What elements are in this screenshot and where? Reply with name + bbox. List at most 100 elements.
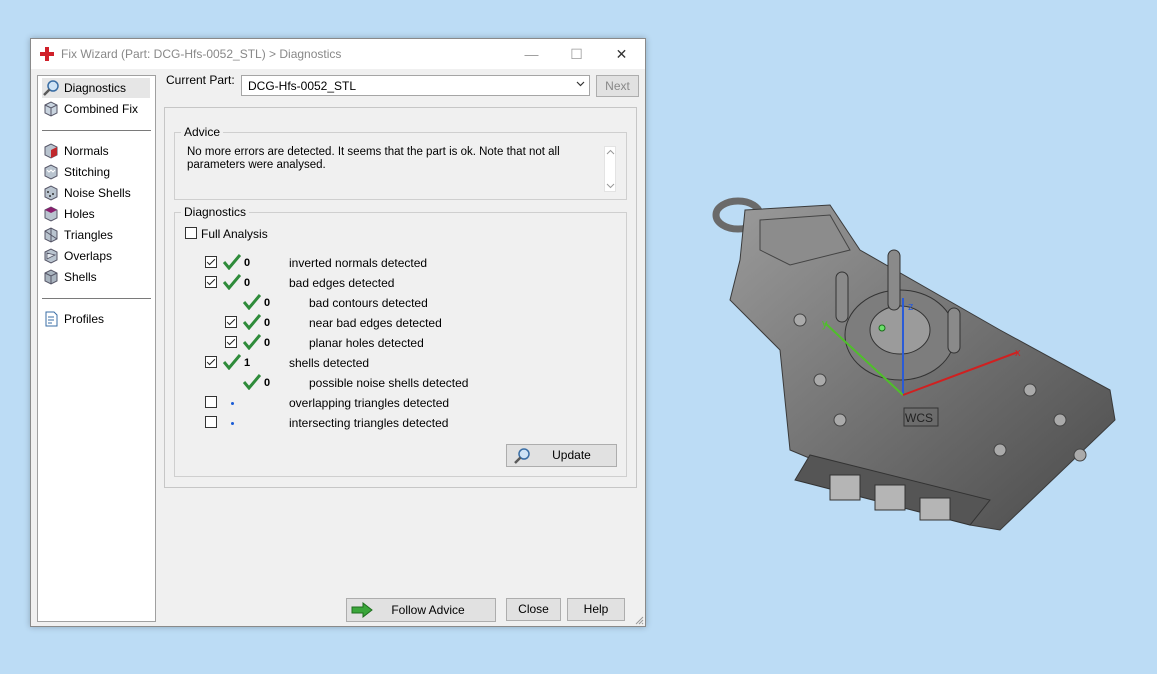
intersecting-triangles-checkbox[interactable] bbox=[205, 416, 217, 428]
planar-holes-text: planar holes detected bbox=[309, 336, 424, 350]
full-analysis-checkbox[interactable] bbox=[185, 227, 197, 239]
nav-item-label: Shells bbox=[64, 270, 97, 284]
overlapping-triangles-checkbox[interactable] bbox=[205, 396, 217, 408]
nav-item-label: Normals bbox=[64, 144, 109, 158]
title-bar[interactable]: Fix Wizard (Part: DCG-Hfs-0052_STL) > Di… bbox=[31, 39, 645, 69]
inverted-normals-text: inverted normals detected bbox=[289, 256, 428, 270]
chevron-up-icon[interactable] bbox=[606, 149, 615, 156]
support-bead bbox=[813, 373, 827, 387]
green-check-icon bbox=[243, 334, 261, 350]
profiles-document-icon bbox=[45, 311, 58, 327]
nav-item-stitching[interactable]: Stitching bbox=[42, 162, 150, 182]
support-bead bbox=[1053, 413, 1067, 427]
magnifier-icon bbox=[43, 80, 59, 96]
support-bead bbox=[833, 413, 847, 427]
close-window-button[interactable]: ✕ bbox=[599, 39, 644, 69]
current-part-select[interactable]: DCG-Hfs-0052_STL bbox=[241, 75, 590, 96]
nav-separator bbox=[42, 298, 151, 299]
nav-item-noise-shells[interactable]: Noise Shells bbox=[42, 183, 150, 203]
bad-edges-checkbox[interactable] bbox=[205, 276, 217, 288]
normals-cube-icon bbox=[44, 143, 58, 159]
bad-edges-text: bad edges detected bbox=[289, 276, 395, 290]
part-dome-ring bbox=[869, 305, 931, 355]
inverted-normals-count: 0 bbox=[244, 257, 251, 269]
nav-item-label: Noise Shells bbox=[64, 186, 131, 200]
noise-shells-icon bbox=[44, 185, 58, 201]
stitching-cube-icon bbox=[44, 164, 58, 180]
advice-group: Advice No more errors are detected. It s… bbox=[174, 125, 627, 200]
nav-item-combined-fix[interactable]: Combined Fix bbox=[42, 99, 150, 119]
origin-marker bbox=[878, 324, 886, 332]
planar-holes-count: 0 bbox=[264, 337, 271, 349]
next-button[interactable]: Next bbox=[596, 75, 639, 97]
nav-item-triangles[interactable]: Triangles bbox=[42, 225, 150, 245]
lattice-window bbox=[829, 474, 861, 501]
nav-item-diagnostics[interactable]: Diagnostics bbox=[42, 78, 150, 98]
green-check-icon bbox=[223, 254, 241, 270]
green-check-icon bbox=[223, 354, 241, 370]
nav-item-profiles[interactable]: Profiles bbox=[42, 309, 150, 329]
nav-item-overlaps[interactable]: Overlaps bbox=[42, 246, 150, 266]
part-3d-model[interactable]: z y x WCS bbox=[700, 180, 1140, 550]
nav-item-label: Profiles bbox=[64, 312, 105, 326]
window-title: Fix Wizard (Part: DCG-Hfs-0052_STL) > Di… bbox=[61, 47, 342, 61]
update-button[interactable]: Update bbox=[506, 444, 617, 467]
support-pin bbox=[835, 271, 849, 323]
nav-item-label: Overlaps bbox=[64, 249, 113, 263]
nav-item-normals[interactable]: Normals bbox=[42, 141, 150, 161]
support-bead bbox=[1073, 448, 1087, 462]
wizard-nav-list: Diagnostics Combined Fix Normals Stitchi… bbox=[37, 75, 156, 622]
wcs-label: WCS bbox=[905, 411, 933, 425]
bad-contours-count: 0 bbox=[264, 297, 271, 309]
support-bead bbox=[793, 313, 807, 327]
green-check-icon bbox=[243, 374, 261, 390]
overlaps-cube-icon bbox=[44, 248, 58, 264]
support-bead bbox=[1023, 383, 1037, 397]
maximize-button[interactable]: ☐ bbox=[554, 39, 599, 69]
overlapping-triangles-text: overlapping triangles detected bbox=[289, 396, 450, 410]
holes-cube-icon bbox=[44, 206, 58, 222]
shells-cube-icon bbox=[44, 269, 58, 285]
noise-shells-count: 0 bbox=[264, 377, 271, 389]
inverted-normals-checkbox[interactable] bbox=[205, 256, 217, 268]
close-button[interactable]: Close bbox=[506, 598, 561, 621]
full-analysis-label: Full Analysis bbox=[201, 227, 268, 241]
lattice-window bbox=[919, 497, 951, 521]
current-part-value: DCG-Hfs-0052_STL bbox=[248, 79, 357, 93]
resize-grip-icon[interactable] bbox=[634, 615, 644, 625]
triangles-cube-icon bbox=[44, 227, 58, 243]
nav-separator bbox=[42, 130, 151, 131]
near-bad-edges-count: 0 bbox=[264, 317, 271, 329]
nav-item-shells[interactable]: Shells bbox=[42, 267, 150, 287]
help-button[interactable]: Help bbox=[567, 598, 625, 621]
follow-advice-label: Follow Advice bbox=[391, 603, 465, 617]
update-label: Update bbox=[552, 448, 591, 462]
advice-title: Advice bbox=[181, 125, 224, 139]
green-check-icon bbox=[243, 294, 261, 310]
diagnostics-title: Diagnostics bbox=[181, 205, 250, 219]
red-cross-icon bbox=[40, 47, 54, 61]
nav-item-holes[interactable]: Holes bbox=[42, 204, 150, 224]
nav-item-label: Combined Fix bbox=[64, 102, 139, 116]
pending-dot-icon bbox=[231, 422, 234, 425]
nav-item-label: Triangles bbox=[64, 228, 113, 242]
advice-text: No more errors are detected. It seems th… bbox=[187, 146, 560, 171]
intersecting-triangles-text: intersecting triangles detected bbox=[289, 416, 449, 430]
support-bead bbox=[993, 443, 1007, 457]
shells-checkbox[interactable] bbox=[205, 356, 217, 368]
bad-edges-count: 0 bbox=[244, 277, 251, 289]
chevron-down-icon[interactable] bbox=[606, 182, 615, 189]
support-pin bbox=[947, 307, 961, 354]
shells-count: 1 bbox=[244, 357, 251, 369]
nav-item-label: Stitching bbox=[64, 165, 111, 179]
near-bad-edges-checkbox[interactable] bbox=[225, 316, 237, 328]
chevron-down-icon bbox=[576, 81, 585, 87]
follow-advice-button[interactable]: Follow Advice bbox=[346, 598, 496, 622]
bad-contours-text: bad contours detected bbox=[309, 296, 428, 310]
magnifier-icon bbox=[514, 448, 530, 464]
planar-holes-checkbox[interactable] bbox=[225, 336, 237, 348]
green-check-icon bbox=[223, 274, 241, 290]
advice-scrollbar[interactable] bbox=[604, 146, 616, 192]
y-axis-label: y bbox=[822, 318, 828, 330]
minimize-button[interactable]: — bbox=[509, 39, 554, 69]
